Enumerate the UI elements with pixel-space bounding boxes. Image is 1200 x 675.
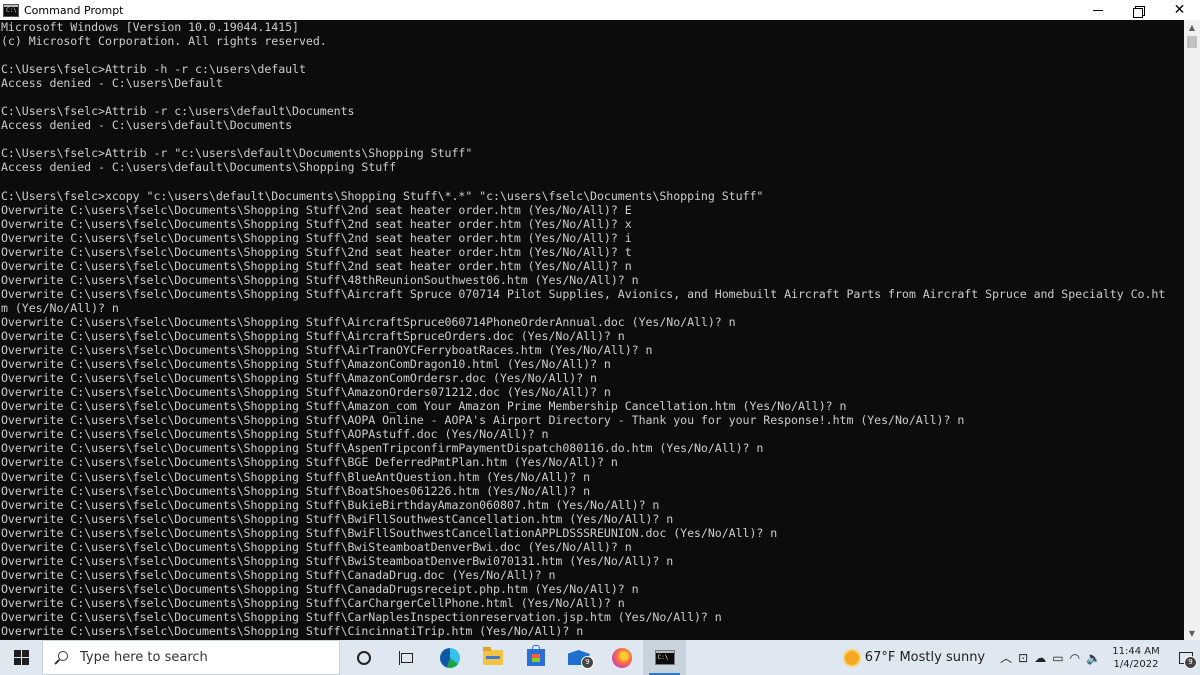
close-icon: ✕	[1173, 2, 1186, 18]
console-line: Overwrite C:\users\fselc\Documents\Shopp…	[1, 314, 736, 329]
battery-icon[interactable]: ▭	[1052, 651, 1063, 665]
console-line: Overwrite C:\users\fselc\Documents\Shopp…	[1, 286, 1166, 301]
console-line: Microsoft Windows [Version 10.0.19044.14…	[1, 20, 299, 34]
console-line: Overwrite C:\users\fselc\Documents\Shopp…	[1, 427, 549, 442]
taskbar-clock[interactable]: 11:44 AM 1/4/2022	[1110, 645, 1162, 671]
window-controls: ✕	[1077, 0, 1200, 20]
console-line: Overwrite C:\users\fselc\Documents\Shopp…	[1, 357, 611, 372]
mail-badge: 9	[581, 656, 594, 669]
console-line: Overwrite C:\users\fselc\Documents\Shopp…	[1, 371, 597, 386]
window-titlebar[interactable]: C:\ Command Prompt ✕	[0, 0, 1200, 20]
console-line: Overwrite C:\users\fselc\Documents\Shopp…	[1, 441, 764, 456]
cortana-button[interactable]	[342, 640, 385, 675]
console-output[interactable]: Microsoft Windows [Version 10.0.19044.14…	[0, 20, 1184, 638]
console-line: Access denied - C:\users\default\Documen…	[1, 160, 397, 175]
command-prompt-icon[interactable]: C:\	[3, 3, 19, 17]
console-line: Overwrite C:\users\fselc\Documents\Shopp…	[1, 553, 674, 568]
console-line: Overwrite C:\users\fselc\Documents\Shopp…	[1, 230, 632, 245]
console-line: (c) Microsoft Corporation. All rights re…	[1, 34, 327, 49]
console-line: Access denied - C:\users\default\Documen…	[1, 118, 293, 133]
scroll-down-button[interactable]: ▼	[1184, 626, 1200, 640]
edge-icon	[439, 647, 460, 668]
console-line: Overwrite C:\users\fselc\Documents\Shopp…	[1, 385, 611, 400]
icon-label: C:\	[6, 6, 17, 14]
close-button[interactable]: ✕	[1159, 0, 1200, 20]
console-line: Overwrite C:\users\fselc\Documents\Shopp…	[1, 272, 639, 287]
console-line: Overwrite C:\users\fselc\Documents\Shopp…	[1, 343, 653, 358]
clock-date: 1/4/2022	[1113, 658, 1159, 670]
firefox-icon	[611, 647, 632, 668]
taskbar-search-box[interactable]: Type here to search	[42, 640, 340, 675]
console-line: Overwrite C:\users\fselc\Documents\Shopp…	[1, 595, 625, 610]
restore-button[interactable]	[1118, 0, 1159, 20]
console-line: Overwrite C:\users\fselc\Documents\Shopp…	[1, 216, 632, 231]
chevron-up-icon[interactable]: ︿	[1000, 649, 1012, 666]
start-button[interactable]	[0, 640, 42, 675]
console-line: C:\Users\fselc>xcopy "c:\users\default\D…	[1, 188, 764, 203]
volume-icon[interactable]: 🔈	[1086, 651, 1101, 665]
console-line: Overwrite C:\users\fselc\Documents\Shopp…	[1, 581, 639, 596]
taskbar-app-file-explorer[interactable]	[471, 640, 514, 675]
system-tray: 67°F Mostly sunny ︿ ⊡ ☁ ▭ ◠ 🔈 11:44 AM 1…	[844, 640, 1200, 675]
console-line: Overwrite C:\users\fselc\Documents\Shopp…	[1, 202, 632, 217]
scroll-up-button[interactable]: ▲	[1184, 20, 1200, 34]
taskbar-app-store[interactable]	[514, 640, 557, 675]
console-line: Overwrite C:\users\fselc\Documents\Shopp…	[1, 258, 632, 273]
console-line: C:\Users\fselc>Attrib -h -r c:\users\def…	[1, 62, 306, 77]
console-line: Overwrite C:\users\fselc\Documents\Shopp…	[1, 539, 632, 554]
console-line: Overwrite C:\users\fselc\Documents\Shopp…	[1, 624, 584, 639]
console-line: Overwrite C:\users\fselc\Documents\Shopp…	[1, 455, 618, 470]
clock-time: 11:44 AM	[1112, 645, 1160, 657]
task-view-button[interactable]	[385, 640, 428, 675]
file-explorer-icon	[482, 647, 503, 665]
chevron-up-icon: ▲	[1188, 22, 1196, 32]
taskbar: Type here to search 9 C:\ 67°F Mostly su…	[0, 640, 1200, 675]
console-line: m (Yes/No/All)? n	[1, 300, 119, 315]
weather-desc: Mostly sunny	[899, 650, 986, 665]
meet-now-icon[interactable]: ⊡	[1018, 651, 1028, 665]
console-line: Overwrite C:\users\fselc\Documents\Shopp…	[1, 483, 591, 498]
sun-icon	[844, 650, 859, 665]
cortana-icon	[356, 650, 371, 665]
console-line: C:\Users\fselc>Attrib -r "c:\users\defau…	[1, 146, 473, 161]
search-icon	[54, 650, 68, 665]
taskbar-app-mail[interactable]: 9	[557, 640, 600, 675]
notification-badge: 9	[1184, 656, 1197, 669]
search-placeholder: Type here to search	[80, 650, 208, 665]
vertical-scrollbar[interactable]: ▲ ▼	[1184, 20, 1200, 640]
task-view-icon	[398, 650, 415, 665]
console-line: C:\Users\fselc>Attrib -r c:\users\defaul…	[1, 104, 355, 119]
store-icon	[526, 645, 545, 666]
console-line: Overwrite C:\users\fselc\Documents\Shopp…	[1, 511, 674, 526]
console-line: Overwrite C:\users\fselc\Documents\Shopp…	[1, 567, 556, 582]
console-area[interactable]: Microsoft Windows [Version 10.0.19044.14…	[0, 20, 1184, 640]
window-title: Command Prompt	[24, 3, 124, 17]
taskbar-app-command-prompt[interactable]: C:\	[643, 640, 686, 675]
restore-icon-back	[1133, 8, 1143, 18]
console-line: Overwrite C:\users\fselc\Documents\Shopp…	[1, 609, 722, 624]
scroll-thumb[interactable]	[1187, 36, 1197, 48]
weather-widget[interactable]: 67°F Mostly sunny	[844, 650, 986, 665]
console-line: Access denied - C:\users\Default	[1, 76, 223, 91]
onedrive-icon[interactable]: ☁	[1034, 651, 1046, 665]
command-prompt-taskbar-icon: C:\	[654, 650, 675, 665]
wifi-icon[interactable]: ◠	[1070, 651, 1080, 665]
console-line: Overwrite C:\users\fselc\Documents\Shopp…	[1, 244, 632, 259]
taskbar-app-firefox[interactable]	[600, 640, 643, 675]
windows-logo-icon	[13, 650, 29, 665]
console-line: Overwrite C:\users\fselc\Documents\Shopp…	[1, 525, 778, 540]
weather-temp: 67°F	[864, 650, 896, 665]
console-line: Overwrite C:\users\fselc\Documents\Shopp…	[1, 329, 625, 344]
chevron-down-icon: ▼	[1188, 628, 1196, 638]
console-line: Overwrite C:\users\fselc\Documents\Shopp…	[1, 399, 847, 414]
console-line: Overwrite C:\users\fselc\Documents\Shopp…	[1, 497, 660, 512]
console-line: Overwrite C:\users\fselc\Documents\Shopp…	[1, 469, 591, 484]
notification-center-button[interactable]: 9	[1172, 640, 1200, 675]
console-line: Overwrite C:\users\fselc\Documents\Shopp…	[1, 413, 965, 428]
taskbar-app-edge[interactable]	[428, 640, 471, 675]
minimize-button[interactable]	[1077, 0, 1118, 20]
minimize-icon	[1092, 9, 1103, 11]
